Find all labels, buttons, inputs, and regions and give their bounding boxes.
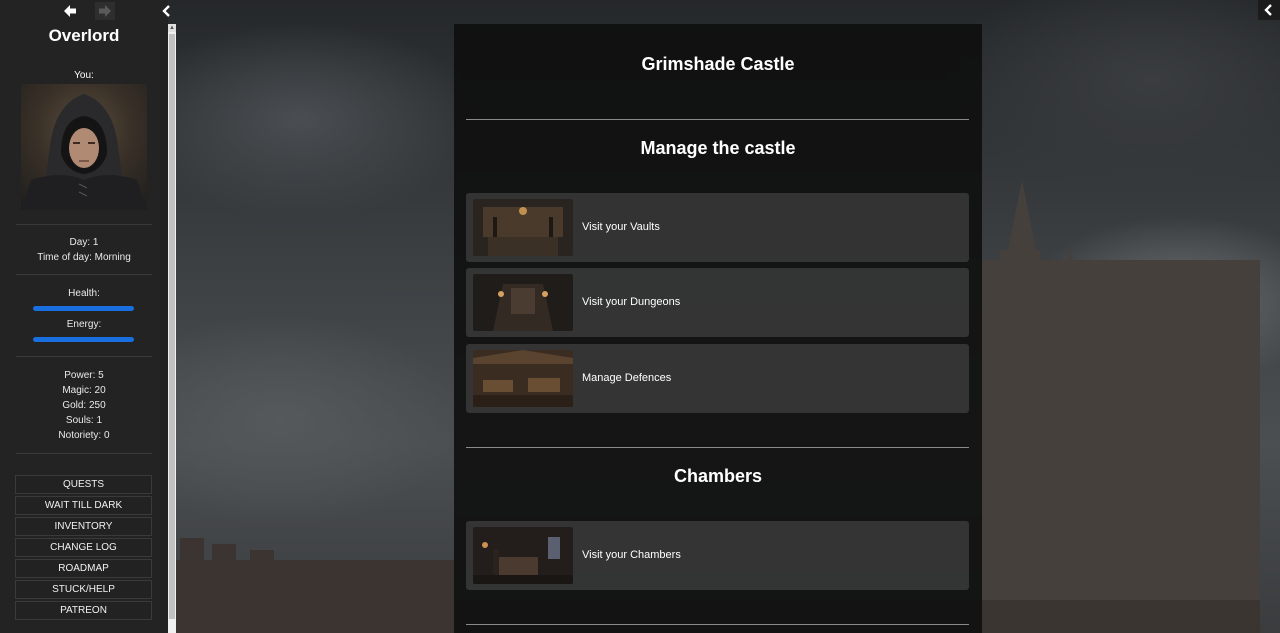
divider bbox=[16, 356, 152, 357]
sidebar-scrollbar[interactable]: ▲ bbox=[168, 24, 176, 633]
arrow-right-icon bbox=[99, 5, 111, 17]
collapse-sidebar-button[interactable] bbox=[158, 2, 176, 20]
roadmap-button[interactable]: ROADMAP bbox=[15, 559, 152, 578]
patreon-button[interactable]: PATREON bbox=[15, 601, 152, 620]
stuck-help-button[interactable]: STUCK/HELP bbox=[15, 580, 152, 599]
forward-button[interactable] bbox=[95, 2, 115, 20]
chevron-left-icon bbox=[162, 5, 170, 17]
scroll-up-icon[interactable]: ▲ bbox=[168, 24, 176, 32]
energy-bar-fill bbox=[33, 337, 134, 342]
card-label: Visit your Chambers bbox=[582, 549, 681, 561]
chevron-left-icon bbox=[1264, 4, 1272, 16]
inventory-button[interactable]: INVENTORY bbox=[15, 517, 152, 536]
divider bbox=[466, 119, 969, 120]
card-label: Manage Defences bbox=[582, 372, 672, 384]
sidebar: Overlord You: Day: 1 Time of day: Mornin… bbox=[0, 0, 168, 633]
visit-dungeons-card[interactable]: Visit your Dungeons bbox=[466, 268, 969, 337]
main-panel: Grimshade Castle Manage the castle Visit… bbox=[454, 24, 982, 633]
chambers-thumbnail bbox=[473, 527, 573, 584]
visit-vaults-card[interactable]: Visit your Vaults bbox=[466, 193, 969, 262]
game-title: Overlord bbox=[48, 26, 120, 45]
arrow-left-icon bbox=[64, 5, 76, 17]
quests-button[interactable]: QUESTS bbox=[15, 475, 152, 494]
divider bbox=[16, 274, 152, 275]
back-button[interactable] bbox=[60, 2, 80, 20]
divider bbox=[16, 224, 152, 225]
card-label: Visit your Dungeons bbox=[582, 296, 681, 308]
divider bbox=[16, 453, 152, 454]
health-bar bbox=[33, 306, 134, 311]
time-of-day-text: Time of day: Morning bbox=[37, 252, 131, 263]
you-label: You: bbox=[74, 70, 94, 81]
defences-thumbnail bbox=[473, 350, 573, 407]
stat-souls: Souls: 1 bbox=[65, 415, 103, 426]
stat-notoriety: Notoriety: 0 bbox=[58, 430, 110, 441]
wait-till-dark-button[interactable]: WAIT TILL DARK bbox=[15, 496, 152, 515]
card-label: Visit your Vaults bbox=[582, 221, 660, 233]
stat-power: Power: 5 bbox=[64, 370, 104, 381]
visit-chambers-card[interactable]: Visit your Chambers bbox=[466, 521, 969, 590]
health-label: Health: bbox=[68, 288, 100, 299]
dungeons-thumbnail bbox=[473, 274, 573, 331]
vaults-thumbnail bbox=[473, 199, 573, 256]
scrollbar-thumb[interactable] bbox=[169, 34, 175, 619]
change-log-button[interactable]: CHANGE LOG bbox=[15, 538, 152, 557]
divider bbox=[466, 447, 969, 448]
stat-magic: Magic: 20 bbox=[62, 385, 106, 396]
health-bar-fill bbox=[33, 306, 134, 311]
location-title: Grimshade Castle bbox=[641, 54, 795, 74]
stat-gold: Gold: 250 bbox=[62, 400, 106, 411]
energy-bar bbox=[33, 337, 134, 342]
player-portrait bbox=[21, 84, 147, 210]
manage-defences-card[interactable]: Manage Defences bbox=[466, 344, 969, 413]
section-title-manage: Manage the castle bbox=[640, 138, 796, 158]
divider bbox=[466, 624, 969, 625]
expand-right-panel-button[interactable] bbox=[1258, 0, 1280, 20]
energy-label: Energy: bbox=[66, 319, 102, 330]
day-text: Day: 1 bbox=[69, 237, 99, 248]
section-title-chambers: Chambers bbox=[673, 466, 763, 486]
